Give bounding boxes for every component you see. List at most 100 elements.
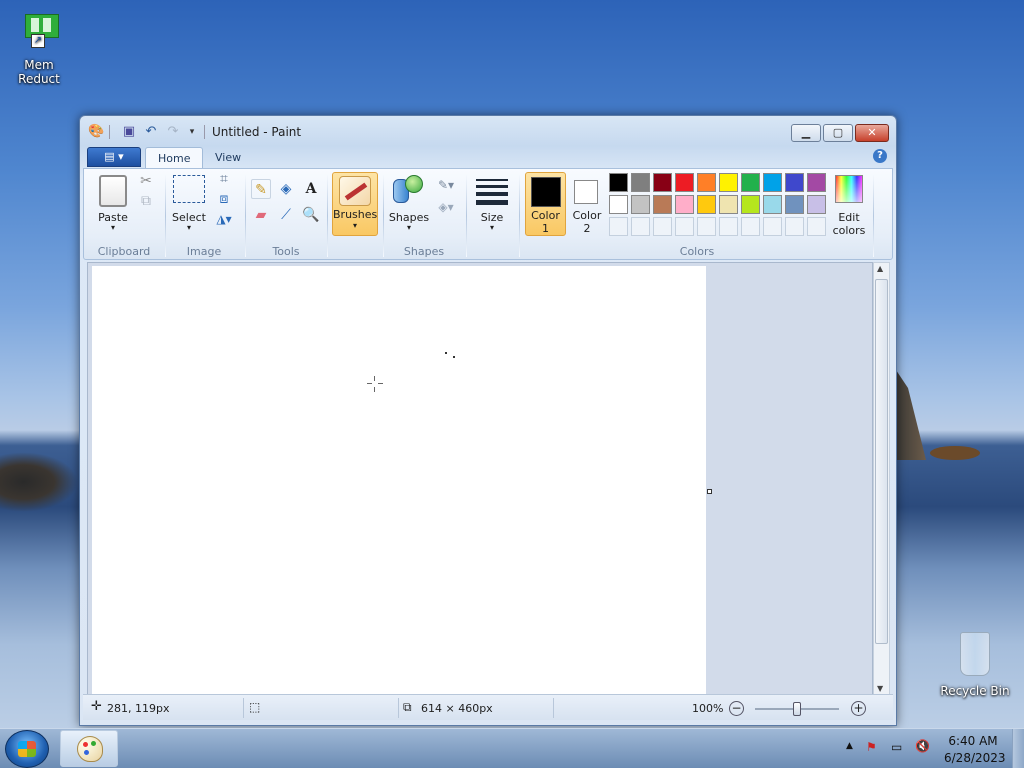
outline-icon[interactable]: ✎▾ xyxy=(433,175,459,195)
cut-icon[interactable]: ✂ xyxy=(136,171,156,191)
text-icon[interactable]: A xyxy=(301,179,321,199)
cursor-position: 281, 119px xyxy=(107,702,170,715)
size-dropdown-icon[interactable]: ▾ xyxy=(472,223,512,232)
custom-color-slot[interactable] xyxy=(807,217,826,236)
save-icon[interactable]: ▣ xyxy=(121,124,137,140)
paste-dropdown-icon[interactable]: ▾ xyxy=(94,223,132,232)
color2-label[interactable]: Color xyxy=(568,209,606,222)
color-swatch[interactable] xyxy=(741,195,760,214)
custom-color-slot[interactable] xyxy=(697,217,716,236)
shapes-dropdown-icon[interactable]: ▾ xyxy=(386,223,432,232)
redo-icon[interactable]: ↷ xyxy=(165,124,181,140)
scroll-down-icon[interactable]: ▼ xyxy=(877,684,883,693)
help-icon[interactable]: ? xyxy=(873,149,887,163)
customize-quick-access-icon[interactable]: ▾ xyxy=(184,124,200,140)
start-button[interactable] xyxy=(5,730,49,768)
group-label-colors: Colors xyxy=(679,245,715,258)
drawing-canvas[interactable] xyxy=(92,266,706,696)
select-dropdown-icon[interactable]: ▾ xyxy=(168,223,210,232)
close-button[interactable]: ✕ xyxy=(855,124,889,142)
paste-icon[interactable] xyxy=(99,175,127,207)
scroll-up-icon[interactable]: ▲ xyxy=(877,264,883,273)
fill-icon[interactable]: ◈ xyxy=(276,179,296,199)
color-swatch[interactable] xyxy=(785,195,804,214)
file-menu-button[interactable]: ▤ ▾ xyxy=(87,147,141,167)
shapes-icon[interactable] xyxy=(393,175,425,205)
canvas-workspace[interactable] xyxy=(87,262,873,696)
desktop-icon-recycle-bin[interactable]: Recycle Bin xyxy=(940,632,1010,698)
eraser-icon[interactable]: ▰ xyxy=(251,205,271,225)
crop-icon[interactable]: ⌗ xyxy=(214,169,234,189)
taskbar-app-paint[interactable] xyxy=(60,730,118,767)
color1-button[interactable]: Color 1 xyxy=(525,172,566,236)
select-icon[interactable] xyxy=(173,175,205,203)
magnifier-icon[interactable]: 🔍 xyxy=(301,205,321,225)
custom-color-slot[interactable] xyxy=(631,217,650,236)
status-separator xyxy=(553,698,554,718)
zoom-out-button[interactable]: − xyxy=(729,701,744,716)
copy-icon[interactable]: ⧉ xyxy=(136,191,156,211)
custom-color-slot[interactable] xyxy=(719,217,738,236)
custom-color-slot[interactable] xyxy=(609,217,628,236)
scrollbar-thumb[interactable] xyxy=(875,279,888,644)
custom-color-slot[interactable] xyxy=(785,217,804,236)
color-swatch[interactable] xyxy=(763,173,782,192)
color-swatch[interactable] xyxy=(763,195,782,214)
color-swatch[interactable] xyxy=(609,173,628,192)
vertical-scrollbar[interactable]: ▲ ▼ xyxy=(873,262,890,695)
desktop-icon-label: Mem Reduct xyxy=(18,58,60,86)
color-swatch[interactable] xyxy=(807,195,826,214)
color2-swatch[interactable] xyxy=(574,180,598,204)
tab-view[interactable]: View xyxy=(203,147,253,169)
tab-home[interactable]: Home xyxy=(145,147,204,169)
volume-muted-icon[interactable]: 🔇 xyxy=(915,739,930,753)
custom-color-slot[interactable] xyxy=(675,217,694,236)
network-icon[interactable]: ▭ xyxy=(891,740,902,754)
custom-color-slot[interactable] xyxy=(741,217,760,236)
color-swatch[interactable] xyxy=(697,195,716,214)
undo-icon[interactable]: ↶ xyxy=(143,124,159,140)
color1-label: Color xyxy=(531,209,560,222)
rotate-icon[interactable]: ◮▾ xyxy=(214,209,234,229)
canvas-dot xyxy=(445,352,447,354)
color-swatch[interactable] xyxy=(741,173,760,192)
color-swatch[interactable] xyxy=(697,173,716,192)
group-separator xyxy=(519,175,520,257)
edit-colors-icon[interactable] xyxy=(835,175,863,203)
clock-time[interactable]: 6:40 AM xyxy=(944,734,1002,748)
color-picker-icon[interactable]: ⟋ xyxy=(276,205,296,225)
show-desktop-button[interactable] xyxy=(1012,729,1024,768)
canvas-resize-handle[interactable] xyxy=(707,489,712,494)
show-hidden-icons[interactable]: ▲ xyxy=(846,741,853,751)
pencil-icon[interactable]: ✎ xyxy=(251,179,271,199)
desktop-rock xyxy=(930,446,980,460)
paint-app-icon[interactable]: 🎨 xyxy=(88,124,104,140)
color-swatch[interactable] xyxy=(675,173,694,192)
custom-color-slot[interactable] xyxy=(763,217,782,236)
color-swatch[interactable] xyxy=(653,195,672,214)
window-title: Untitled - Paint xyxy=(212,125,302,139)
maximize-button[interactable]: ▢ xyxy=(823,124,853,142)
custom-color-slot[interactable] xyxy=(653,217,672,236)
zoom-in-button[interactable]: + xyxy=(851,701,866,716)
zoom-slider-thumb[interactable] xyxy=(793,702,801,716)
brushes-button[interactable]: Brushes ▾ xyxy=(332,172,378,236)
color-swatch[interactable] xyxy=(675,195,694,214)
color-swatch[interactable] xyxy=(807,173,826,192)
color-swatch[interactable] xyxy=(719,195,738,214)
resize-icon[interactable]: ⧈ xyxy=(214,189,234,209)
fill-style-icon[interactable]: ◈▾ xyxy=(433,197,459,217)
color-swatch[interactable] xyxy=(631,173,650,192)
desktop-icon-mem-reduct[interactable]: ↗ Mem Reduct xyxy=(3,12,75,86)
minimize-button[interactable]: ▁ xyxy=(791,124,821,142)
color-swatch[interactable] xyxy=(653,173,672,192)
color-swatch[interactable] xyxy=(609,195,628,214)
color-swatch[interactable] xyxy=(719,173,738,192)
color-swatch[interactable] xyxy=(631,195,650,214)
size-icon[interactable] xyxy=(476,179,508,205)
edit-colors-button[interactable]: Edit xyxy=(829,211,869,224)
action-center-icon[interactable]: ⚑ xyxy=(866,740,877,754)
clock-date[interactable]: 6/28/2023 xyxy=(944,751,1006,765)
title-bar[interactable]: 🎨 ▣ ↶ ↷ ▾ Untitled - Paint ▁ ▢ ✕ xyxy=(80,116,896,146)
color-swatch[interactable] xyxy=(785,173,804,192)
